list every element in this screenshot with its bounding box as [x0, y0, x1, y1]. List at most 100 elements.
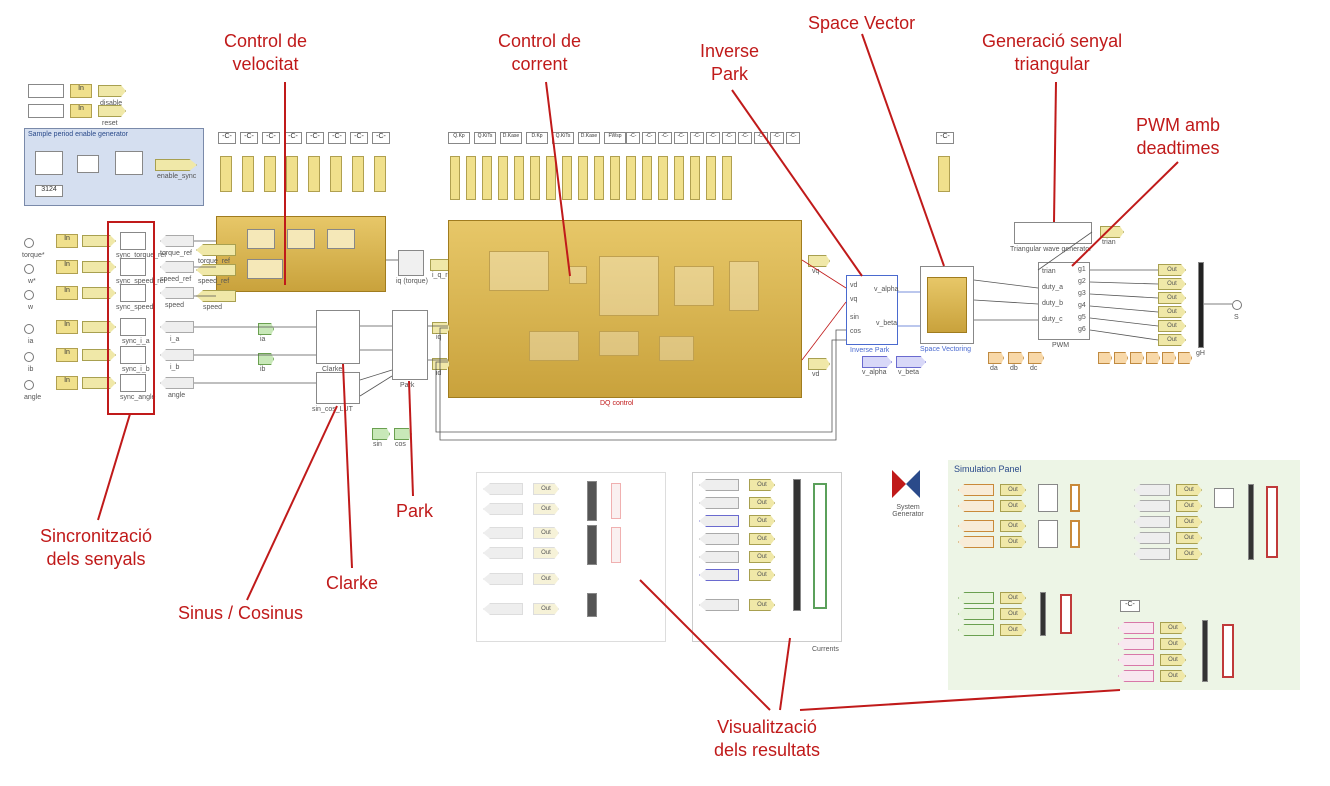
ia-label: ia: [260, 336, 265, 343]
from: [1118, 638, 1154, 650]
const-3124: 3124: [35, 185, 63, 197]
port-out-S: [1232, 300, 1242, 310]
vbeta-label: v_beta: [898, 369, 919, 376]
out-block: Out: [1158, 334, 1186, 346]
conv: [482, 156, 492, 200]
iq-torque-block[interactable]: [398, 250, 424, 276]
from: [1134, 532, 1170, 544]
conv: [530, 156, 540, 200]
sincos-block[interactable]: [316, 372, 360, 404]
from: [958, 520, 994, 532]
from: [1134, 500, 1170, 512]
inner: [674, 266, 714, 306]
vd-label: vd: [812, 371, 819, 378]
inner: [599, 256, 659, 316]
mux: [587, 525, 597, 565]
tag-g5: [1162, 352, 1176, 364]
conv: [722, 156, 732, 200]
sync-label: sync_speed: [116, 304, 153, 311]
const: -C-: [328, 132, 346, 144]
out-tag: Out: [749, 551, 775, 563]
mux: [587, 481, 597, 521]
from-tag: [483, 483, 523, 495]
scope: [611, 527, 621, 563]
currents-label: Currents: [812, 646, 839, 653]
goto-torque-ref: [196, 244, 236, 256]
tag-g1: [1098, 352, 1112, 364]
conv: [578, 156, 588, 200]
ip-in-cos: cos: [850, 328, 861, 335]
out-block: Out: [1158, 306, 1186, 318]
park-label: Park: [400, 382, 414, 389]
from-tag: [699, 569, 739, 581]
pwm-in-dc: duty_c: [1042, 316, 1063, 323]
mux: [793, 479, 801, 611]
clarke-block[interactable]: [316, 310, 360, 364]
from-tag-speed2: [160, 287, 194, 299]
out: Out: [1000, 500, 1026, 512]
dq-control-subsystem[interactable]: [448, 220, 802, 398]
conv: [352, 156, 364, 192]
trian-label: trian: [1102, 239, 1116, 246]
out-label: i_b: [170, 364, 179, 371]
pwm-out-g1: g1: [1078, 266, 1086, 273]
port-label-angle: angle: [24, 394, 41, 401]
const: -C-: [1120, 600, 1140, 612]
out-tag: Out: [749, 599, 775, 611]
conv: [690, 156, 700, 200]
label-reset: reset: [102, 120, 118, 127]
ip-in-vd: vd: [850, 282, 857, 289]
inner-block: [327, 229, 355, 249]
port-in-3: [24, 324, 34, 334]
pwm-in-da: duty_a: [1042, 284, 1063, 291]
sync-block: [120, 284, 146, 302]
sync-label: sync_angle: [120, 394, 155, 401]
from-tag: [699, 533, 739, 545]
const: -C-: [372, 132, 390, 144]
annot-clarke: Clarke: [326, 572, 378, 595]
conv: [286, 156, 298, 192]
in-block: In: [56, 348, 78, 362]
const: -C-: [284, 132, 302, 144]
tag-vd: [808, 358, 830, 370]
port-label-w: w*: [28, 278, 36, 285]
annot-gen-triangular: Generació senyaltriangular: [982, 30, 1122, 75]
label-enable-sync: enable_sync: [157, 173, 196, 180]
from-tag: [483, 603, 523, 615]
annot-inverse-park: InversePark: [700, 40, 759, 85]
inner-block: [287, 229, 315, 249]
in-block: In: [56, 286, 78, 300]
tag-dc: [1028, 352, 1044, 364]
out-label: torque_ref: [160, 250, 192, 257]
tag-disable: [98, 85, 126, 97]
space-vector-block[interactable]: [920, 266, 974, 344]
conv: [374, 156, 386, 192]
from-tag: [483, 547, 523, 559]
results-panel-left: Out Out Out Out Out Out: [476, 472, 666, 642]
out: Out: [1000, 608, 1026, 620]
triangular-wave-generator[interactable]: [1014, 222, 1092, 244]
port-in-1: [24, 238, 34, 248]
conv: [242, 156, 254, 192]
tag-g2: [1114, 352, 1128, 364]
sync-block: [120, 374, 146, 392]
id-label: id: [436, 370, 441, 377]
out-block: Out: [1158, 292, 1186, 304]
const: D.Kp: [526, 132, 548, 144]
out-label: speed: [165, 302, 184, 309]
pwm-out-g5: g5: [1078, 314, 1086, 321]
out-tag: Out: [533, 573, 559, 585]
tag-vbeta: [896, 356, 926, 368]
sample-gen-title: Sample period enable generator: [28, 131, 128, 138]
tag-speed: [82, 287, 116, 299]
from-tag: [483, 573, 523, 585]
park-block[interactable]: [392, 310, 428, 380]
pwm-label: PWM: [1052, 342, 1069, 349]
from: [1134, 516, 1170, 528]
conv: [674, 156, 684, 200]
tag-vq: [808, 255, 830, 267]
speed-control-subsystem[interactable]: [216, 216, 386, 292]
conv: [610, 156, 620, 200]
goto-ia: [258, 323, 274, 335]
scope: [611, 483, 621, 519]
